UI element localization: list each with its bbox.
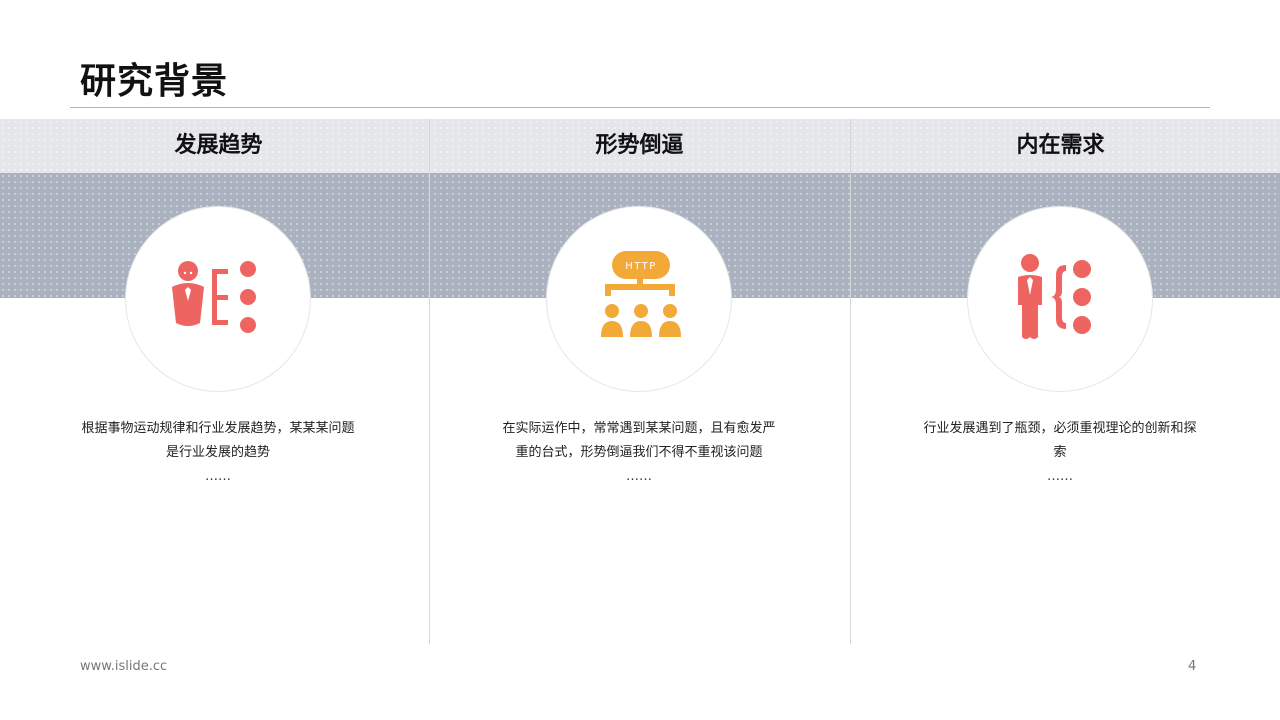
http-label: HTTP	[625, 261, 657, 272]
description-text: 行业发展遇到了瓶颈，必须重视理论的创新和探索	[923, 421, 1197, 460]
column-heading: 形势倒逼	[595, 133, 684, 158]
column-development-trend: 发展趋势 根据事物运动规律和行业发展趋势，某某某问题是行业发展的趋势 ……	[8, 119, 429, 644]
column-heading: 发展趋势	[174, 133, 263, 158]
description-ellipsis: ……	[626, 469, 652, 484]
description-ellipsis: ……	[205, 469, 231, 484]
http-network-users-icon: HTTP	[601, 251, 681, 337]
title-divider	[70, 107, 1210, 108]
icon-circle: HTTP	[547, 207, 731, 391]
description-text: 在实际运作中，常常遇到某某问题，且有愈发严重的台式，形势倒逼我们不得不重视该问题	[502, 421, 776, 460]
businessman-choice-icon	[1018, 254, 1091, 339]
column-heading: 内在需求	[1016, 133, 1105, 158]
icon-circle	[968, 207, 1152, 391]
column-internal-demand: 内在需求 行业发展遇到了瓶颈，必须重视理论的创新和探索 ……	[850, 119, 1271, 644]
column-description: 根据事物运动规律和行业发展趋势，某某某问题是行业发展的趋势 ……	[78, 417, 358, 489]
footer-url[interactable]: www.islide.cc	[80, 659, 167, 674]
page-number: 4	[1188, 659, 1197, 674]
description-ellipsis: ……	[1047, 469, 1073, 484]
column-description: 在实际运作中，常常遇到某某问题，且有愈发严重的台式，形势倒逼我们不得不重视该问题…	[499, 417, 779, 489]
slide-title: 研究背景	[80, 61, 229, 102]
description-text: 根据事物运动规律和行业发展趋势，某某某问题是行业发展的趋势	[81, 421, 355, 460]
person-with-options-icon	[172, 261, 256, 333]
icon-circle	[126, 207, 310, 391]
column-situation-pressure: 形势倒逼 HTTP 在实际运作中，常常遇到某某问题，且有愈发严重的台式，形势倒逼…	[429, 119, 850, 644]
column-description: 行业发展遇到了瓶颈，必须重视理论的创新和探索 ……	[920, 417, 1200, 489]
